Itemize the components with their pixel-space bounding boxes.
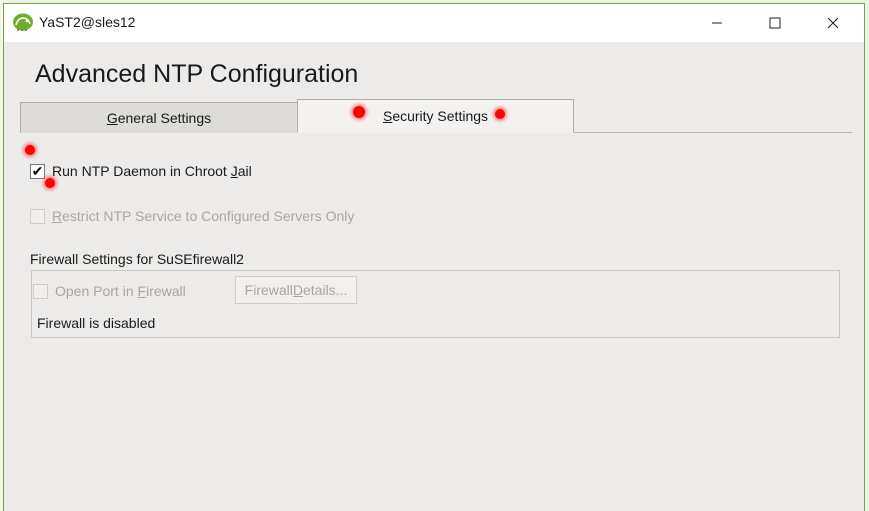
restrict-checkbox xyxy=(30,208,45,224)
marker-dot xyxy=(353,106,365,118)
page-title: Advanced NTP Configuration xyxy=(35,60,359,88)
tab-label-suffix: eneral Settings xyxy=(117,110,212,126)
chroot-option[interactable]: ✔ Run NTP Daemon in Chroot Jail xyxy=(30,163,252,179)
firewall-section-label: Firewall Settings for SuSEfirewall2 xyxy=(30,251,244,267)
title-bar[interactable]: YaST2@sles12 xyxy=(4,4,864,42)
yast-window: YaST2@sles12 Advanced NTP Configuration … xyxy=(3,3,865,511)
close-icon xyxy=(827,17,839,29)
restrict-label: Restrict NTP Service to Configured Serve… xyxy=(52,208,355,224)
chroot-label: Run NTP Daemon in Chroot Jail xyxy=(52,163,252,179)
marker-dot xyxy=(495,109,505,119)
firewall-details-button: Firewall Details... xyxy=(235,276,357,304)
minimize-button[interactable] xyxy=(688,4,746,42)
close-button[interactable] xyxy=(804,4,862,42)
open-port-checkbox xyxy=(33,283,48,299)
marker-dot xyxy=(25,145,35,155)
tab-label-mnemonic: S xyxy=(382,108,393,124)
chroot-checkbox[interactable]: ✔ xyxy=(30,163,45,179)
minimize-icon xyxy=(712,22,722,24)
window-title: YaST2@sles12 xyxy=(39,14,136,30)
maximize-icon xyxy=(769,17,781,29)
tab-security-settings[interactable]: Security Settings xyxy=(297,99,574,133)
restrict-option: Restrict NTP Service to Configured Serve… xyxy=(30,208,354,224)
yast-chameleon-icon xyxy=(13,13,33,31)
checkmark-icon: ✔ xyxy=(31,163,44,179)
tab-label-mnemonic: G xyxy=(106,110,118,126)
maximize-button[interactable] xyxy=(746,4,804,42)
marker-dot xyxy=(45,178,55,188)
tab-general-settings[interactable]: General Settings xyxy=(20,102,298,133)
open-port-label: Open Port in Firewall xyxy=(55,283,186,299)
tab-label-suffix: ecurity Settings xyxy=(392,108,489,124)
firewall-status: Firewall is disabled xyxy=(37,315,156,331)
open-port-option: Open Port in Firewall xyxy=(33,283,186,299)
